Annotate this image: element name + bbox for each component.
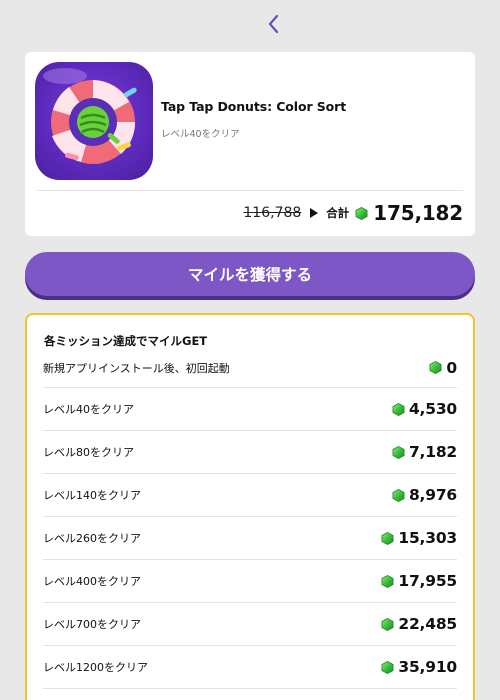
mission-label: レベル40をクリア (43, 403, 134, 416)
mission-reward: 22,485 (381, 615, 457, 633)
mission-value: 8,976 (408, 486, 457, 504)
mission-label: レベル260をクリア (43, 532, 141, 545)
mission-reward: 15,303 (381, 529, 457, 547)
total-value: 175,182 (373, 201, 463, 225)
mission-label: 新規アプリインストール後、初回起動 (43, 361, 230, 375)
donut-app-icon (35, 62, 153, 180)
mission-value: 0 (446, 358, 457, 377)
mission-reward: 8,976 (392, 486, 457, 504)
chevron-left-icon (268, 14, 279, 34)
gem-icon (381, 660, 394, 674)
mission-label: レベル700をクリア (43, 618, 141, 631)
mission-row: レベル260をクリア 15,303 (43, 517, 457, 560)
old-price: 116,788 (243, 205, 302, 221)
app-title: Tap Tap Donuts: Color Sort (161, 99, 347, 114)
gem-icon (355, 206, 368, 220)
gem-icon (381, 574, 394, 588)
mission-label: レベル1200をクリア (43, 661, 148, 674)
mission-row: レベル1200をクリア 35,910 (43, 646, 457, 689)
mission-label: レベル400をクリア (43, 575, 141, 588)
mission-value: 7,182 (408, 443, 457, 461)
mission-reward: 0 (429, 359, 457, 377)
missions-panel: 各ミッション達成でマイルGET 新規アプリインストール後、初回起動 0 レベル4… (25, 313, 475, 700)
app-card: Tap Tap Donuts: Color Sort レベル40をクリア 116… (25, 52, 475, 236)
mission-label: レベル140をクリア (43, 489, 141, 502)
gem-icon (392, 402, 405, 416)
gem-icon (381, 617, 394, 631)
mission-value: 22,485 (398, 615, 457, 633)
mission-row: レベル400をクリア 17,955 (43, 560, 457, 603)
gem-icon (392, 488, 405, 502)
mission-reward: 4,530 (392, 400, 457, 418)
mission-row: レベル80をクリア 7,182 (43, 431, 457, 474)
mission-row: レベル40をクリア 4,530 (43, 388, 457, 431)
mission-value: 4,530 (408, 400, 457, 418)
gem-icon (392, 445, 405, 459)
earn-miles-button[interactable]: マイルを獲得する (25, 252, 475, 296)
mission-value: 17,955 (398, 572, 457, 590)
mission-value: 15,303 (398, 529, 457, 547)
price-row: 116,788 合計 175,182 (243, 199, 463, 227)
back-button[interactable] (263, 12, 285, 36)
missions-heading: 各ミッション達成でマイルGET (44, 334, 208, 348)
divider (37, 190, 463, 191)
app-subtitle: レベル40をクリア (161, 129, 240, 140)
missions-list: 新規アプリインストール後、初回起動 0 レベル40をクリア 4,530 レベル8… (43, 348, 457, 689)
total-label: 合計 (326, 206, 350, 220)
mission-row: 新規アプリインストール後、初回起動 0 (43, 348, 457, 388)
gem-icon (429, 361, 442, 374)
mission-reward: 7,182 (392, 443, 457, 461)
mission-value: 35,910 (398, 658, 457, 676)
arrow-right-icon (310, 208, 319, 218)
gem-icon (381, 531, 394, 545)
mission-row: レベル140をクリア 8,976 (43, 474, 457, 517)
mission-label: レベル80をクリア (43, 446, 134, 459)
mission-row: レベル700をクリア 22,485 (43, 603, 457, 646)
mission-reward: 35,910 (381, 658, 457, 676)
mission-reward: 17,955 (381, 572, 457, 590)
